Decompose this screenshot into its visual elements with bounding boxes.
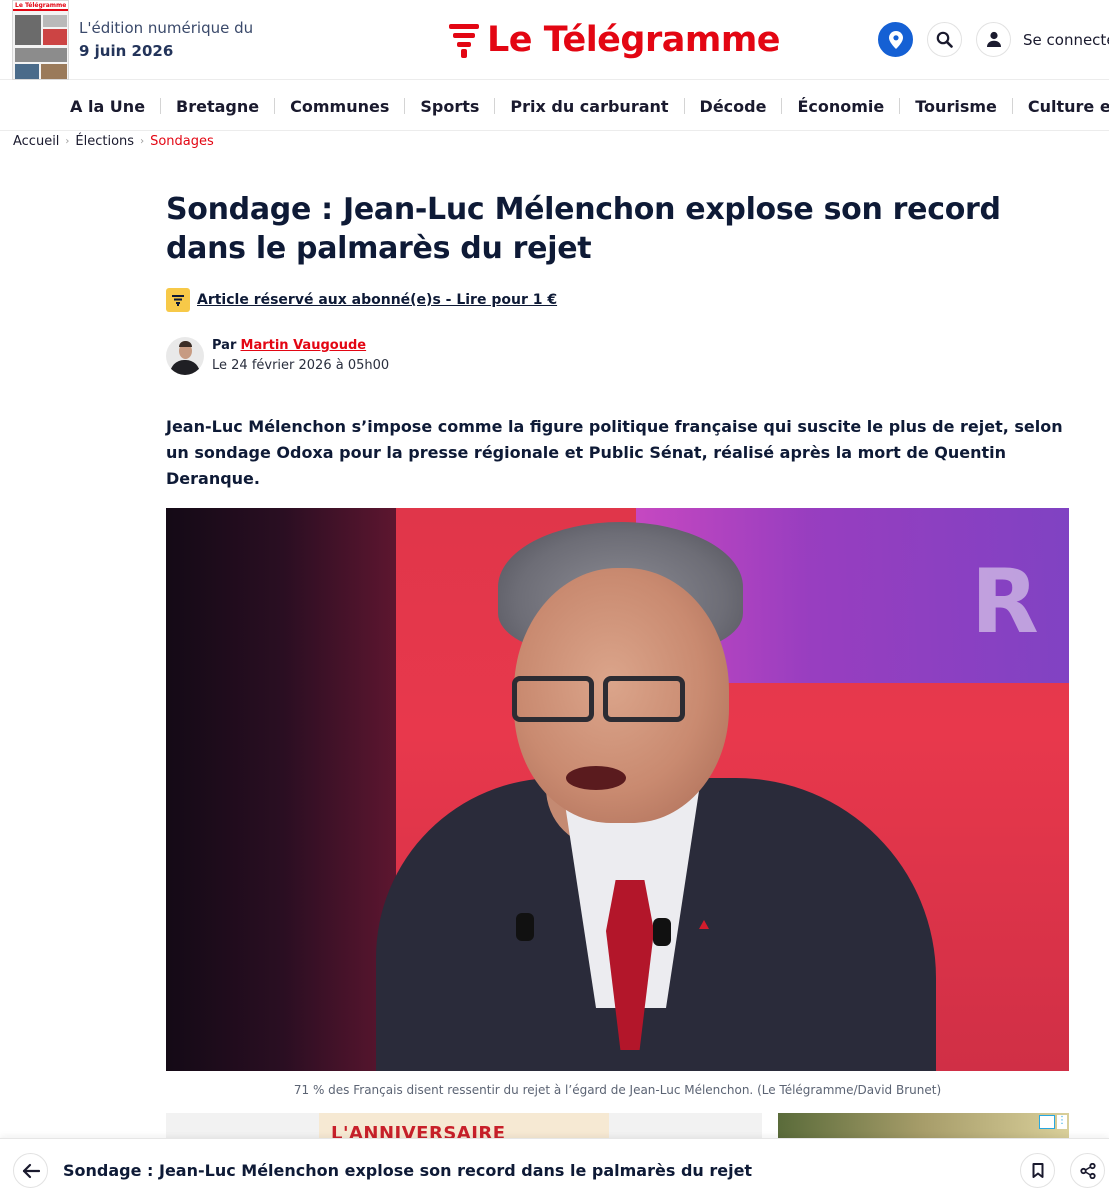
header-actions: Se connecter — [878, 22, 1109, 57]
breadcrumb-separator: › — [65, 136, 70, 147]
edition-thumbnail-masthead: Le Télégramme — [13, 1, 68, 11]
login-link[interactable]: Se connecter — [1023, 31, 1109, 49]
article-lead: Jean-Luc Mélenchon s’impose comme la fig… — [166, 417, 1063, 488]
advertisement-side[interactable]: ⋮ — [778, 1113, 1069, 1138]
breadcrumb-item-elections[interactable]: Élections — [75, 134, 134, 149]
edition-date: 9 juin 2026 — [79, 42, 174, 60]
sticky-article-bar: Sondage : Jean-Luc Mélenchon explose son… — [0, 1138, 1109, 1200]
back-button[interactable] — [13, 1153, 48, 1188]
edition-label[interactable]: L'édition numérique du 9 juin 2026 — [79, 17, 253, 63]
nav-item[interactable]: Prix du carburant — [479, 97, 668, 116]
breadcrumb: Accueil › Élections › Sondages — [13, 134, 214, 149]
nav-item[interactable]: Communes — [259, 97, 389, 116]
premium-badge-icon — [166, 288, 190, 312]
account-button[interactable] — [976, 22, 1011, 57]
adchoices-icon[interactable] — [1039, 1115, 1055, 1129]
byline: Par Martin Vaugoude Le 24 février 2026 à… — [166, 336, 1069, 376]
logo-mark-icon — [449, 22, 479, 58]
site-logo[interactable]: Le Télégramme — [449, 18, 781, 62]
article: Sondage : Jean-Luc Mélenchon explose son… — [166, 190, 1069, 1097]
sticky-article-title: Sondage : Jean-Luc Mélenchon explose son… — [63, 1161, 753, 1180]
breadcrumb-separator: › — [140, 136, 145, 147]
search-icon — [936, 31, 953, 48]
nav-item[interactable]: Culture et Loisirs — [997, 97, 1109, 116]
article-title: Sondage : Jean-Luc Mélenchon explose son… — [166, 192, 1001, 266]
bookmark-icon — [1032, 1163, 1043, 1178]
nav-item[interactable]: Tourisme — [884, 97, 997, 116]
subscribe-link[interactable]: Article réservé aux abonné(e)s - Lire po… — [197, 292, 557, 308]
edition-line: L'édition numérique du — [79, 19, 254, 37]
author-avatar[interactable] — [166, 337, 204, 375]
digital-edition-link[interactable]: Le Télégramme L'édition numérique du 9 j… — [12, 0, 253, 80]
edition-cover-thumbnail[interactable]: Le Télégramme — [12, 0, 69, 80]
publish-date: Le 24 février 2026 à 05h00 — [212, 358, 390, 373]
user-icon — [986, 31, 1001, 47]
breadcrumb-current[interactable]: Sondages — [150, 134, 214, 149]
bookmark-button[interactable] — [1020, 1153, 1055, 1188]
site-header: Le Télégramme L'édition numérique du 9 j… — [0, 0, 1109, 80]
ad-text: L'ANNIVERSAIRE — [331, 1123, 506, 1138]
byline-prefix: Par — [212, 338, 237, 353]
nav-list: A la Une Bretagne Communes Sports Prix du ca… — [0, 81, 1109, 130]
nav-item[interactable]: Sports — [389, 97, 479, 116]
location-button[interactable] — [878, 22, 913, 57]
breadcrumb-item-home[interactable]: Accueil — [13, 134, 59, 149]
location-pin-icon — [888, 30, 903, 49]
ad-menu-icon[interactable]: ⋮ — [1057, 1115, 1067, 1129]
main-navigation: A la Une Bretagne Communes Sports Prix du ca… — [0, 81, 1109, 131]
arrow-left-icon — [22, 1163, 40, 1178]
logo-wordmark: Le Télégramme — [487, 20, 781, 60]
byline-text: Par Martin Vaugoude Le 24 février 2026 à… — [212, 336, 389, 376]
share-button[interactable] — [1070, 1153, 1105, 1188]
nav-item[interactable]: Économie — [766, 97, 884, 116]
nav-item[interactable]: Décode — [669, 97, 767, 116]
author-link[interactable]: Martin Vaugoude — [241, 338, 367, 353]
article-photo[interactable]: R — [166, 508, 1069, 1071]
nav-item[interactable]: A la Une — [70, 97, 145, 116]
search-button[interactable] — [927, 22, 962, 57]
nav-item[interactable]: Bretagne — [145, 97, 259, 116]
article-figure: R 71 % des Français disent ressentir du … — [166, 508, 1069, 1097]
photo-background-letter: R — [971, 550, 1039, 653]
advertisement-banner[interactable]: L'ANNIVERSAIRE — [166, 1113, 762, 1138]
photo-caption: 71 % des Français disent ressentir du re… — [293, 1083, 942, 1097]
share-icon — [1079, 1162, 1096, 1179]
premium-notice: Article réservé aux abonné(e)s - Lire po… — [166, 288, 1069, 312]
